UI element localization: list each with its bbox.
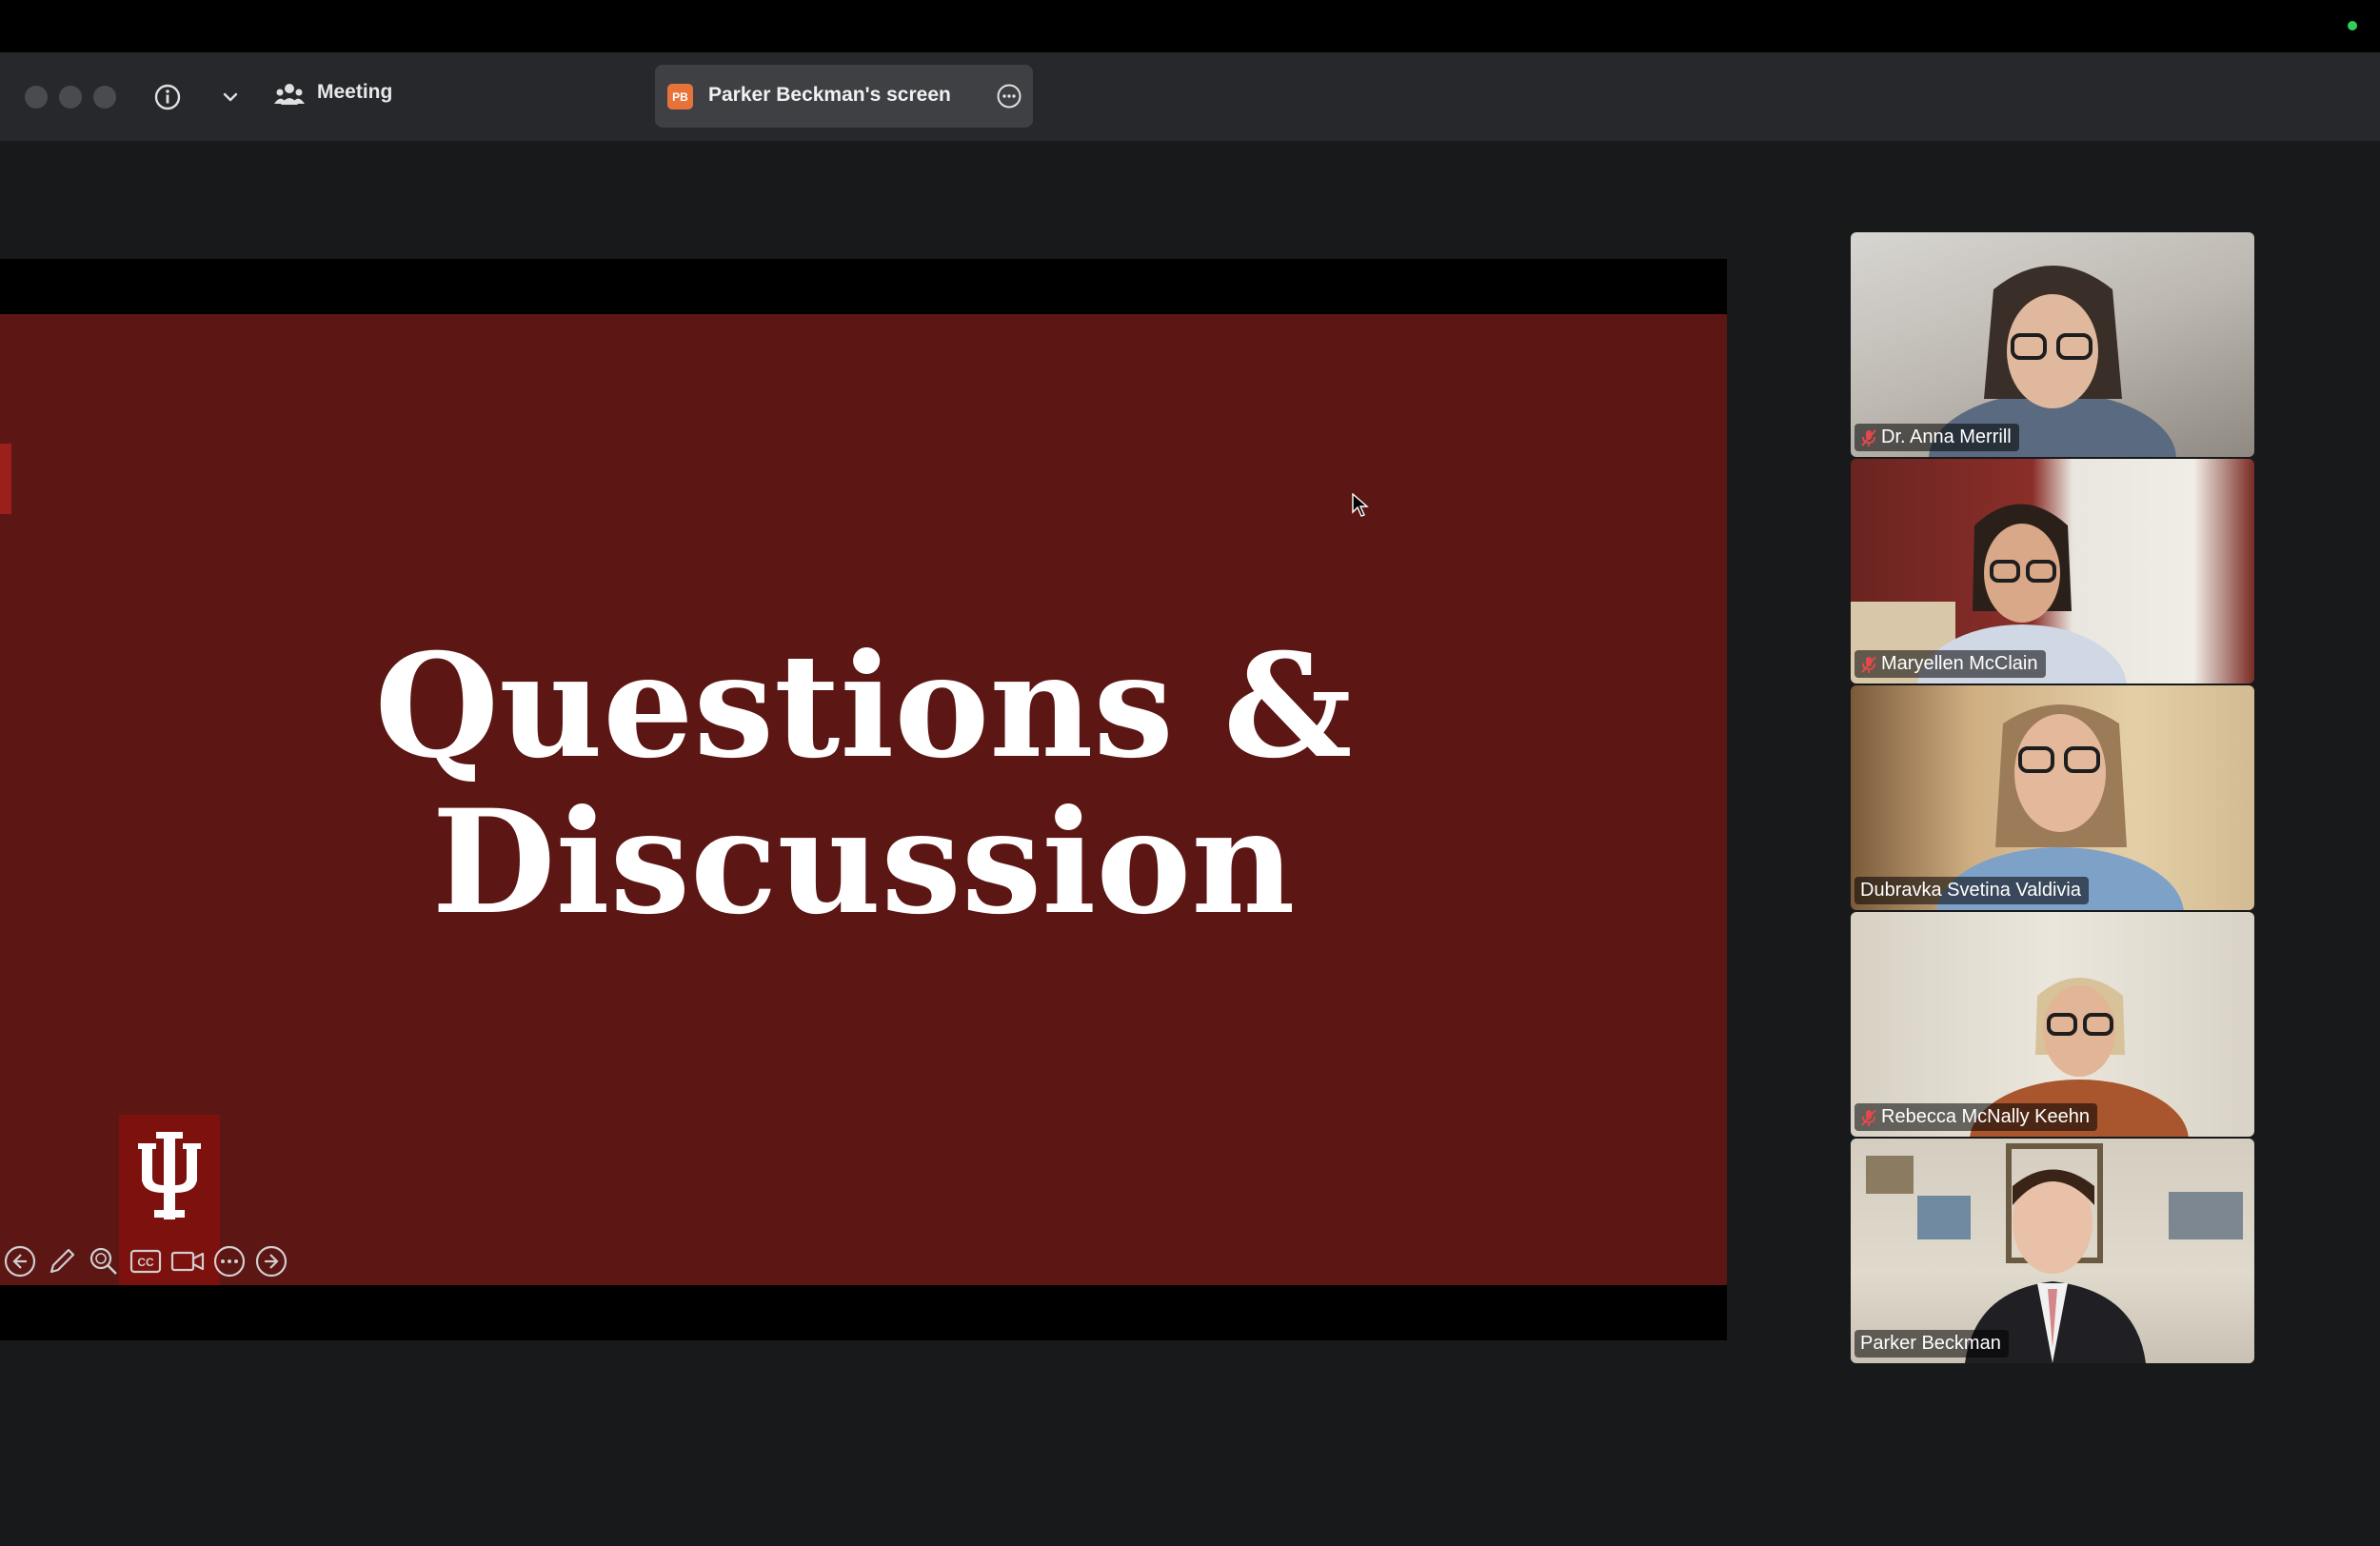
captions-icon[interactable]: CC — [128, 1243, 164, 1279]
video-tile-anna-merrill[interactable]: Dr. Anna Merrill — [1851, 232, 2254, 457]
trident-logo-icon — [138, 1132, 201, 1219]
info-icon[interactable] — [150, 80, 185, 114]
previous-slide-icon[interactable] — [2, 1243, 38, 1279]
mouse-cursor-icon — [1352, 493, 1369, 517]
participants-icon[interactable] — [272, 78, 307, 112]
presentation-slide: Questions & Discussion CC — [0, 314, 1727, 1285]
more-icon[interactable] — [211, 1243, 248, 1279]
next-slide-icon[interactable] — [253, 1243, 289, 1279]
more-options-icon[interactable] — [995, 82, 1023, 110]
pen-icon[interactable] — [44, 1243, 80, 1279]
window-minimize-button[interactable] — [59, 86, 82, 109]
chevron-down-icon[interactable] — [217, 84, 244, 110]
video-tile-rebecca-mcnally-keehn[interactable]: Rebecca McNally Keehn — [1851, 912, 2254, 1137]
video-tile-maryellen-mcclain[interactable]: Maryellen McClain — [1851, 459, 2254, 684]
video-tile-parker-beckman[interactable]: Parker Beckman — [1851, 1139, 2254, 1363]
slide-edge-mark — [0, 444, 11, 514]
participant-name-tag: Rebecca McNally Keehn — [1854, 1103, 2097, 1131]
participant-name-tag: Parker Beckman — [1854, 1330, 2009, 1358]
participant-name: Dubravka Svetina Valdivia — [1860, 880, 2081, 901]
slide-title: Questions & Discussion — [0, 628, 1727, 941]
participant-name: Parker Beckman — [1860, 1333, 2001, 1354]
screen-share-label: Parker Beckman's screen — [708, 84, 951, 106]
slide-title-line-1: Questions & — [374, 623, 1353, 790]
participant-name: Rebecca McNally Keehn — [1881, 1106, 2090, 1127]
microphone-muted-icon — [1861, 428, 1876, 446]
slide-title-line-2: Discussion — [431, 779, 1296, 946]
camera-icon[interactable] — [169, 1243, 206, 1279]
screen-share-indicator[interactable]: PB Parker Beckman's screen — [655, 65, 1033, 128]
menu-bar — [0, 0, 2380, 52]
microphone-muted-icon — [1861, 655, 1876, 673]
participant-name-tag: Dr. Anna Merrill — [1854, 424, 2019, 451]
zoom-icon[interactable] — [86, 1243, 122, 1279]
video-tile-dubravka-svetina-valdivia[interactable]: Dubravka Svetina Valdivia — [1851, 685, 2254, 910]
shared-screen: Questions & Discussion CC — [0, 259, 1727, 1340]
sharer-avatar-badge: PB — [667, 84, 693, 109]
participant-name-tag: Maryellen McClain — [1854, 650, 2046, 678]
svg-text:CC: CC — [137, 1256, 154, 1269]
window-zoom-button[interactable] — [93, 86, 116, 109]
camera-active-indicator — [2348, 21, 2357, 30]
participant-name: Dr. Anna Merrill — [1881, 426, 2012, 447]
meeting-label[interactable]: Meeting — [317, 81, 392, 104]
window-close-button[interactable] — [25, 86, 48, 109]
participant-name-tag: Dubravka Svetina Valdivia — [1854, 877, 2089, 904]
participant-name: Maryellen McClain — [1881, 653, 2038, 674]
microphone-muted-icon — [1861, 1108, 1876, 1126]
